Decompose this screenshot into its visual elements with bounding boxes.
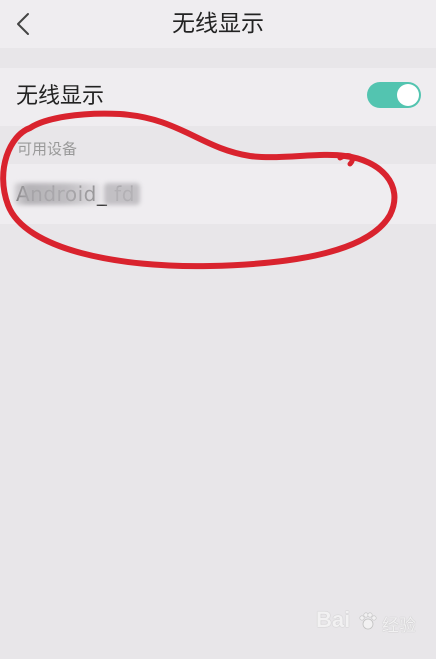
redaction-blur	[14, 183, 100, 205]
paw-icon	[359, 612, 377, 630]
wireless-display-label: 无线显示	[16, 84, 105, 109]
page-title: 无线显示	[172, 11, 264, 37]
chevron-left-icon	[17, 13, 29, 35]
header-bar: 无线显示	[0, 0, 436, 48]
redaction-blur	[104, 183, 140, 205]
back-button[interactable]	[6, 6, 42, 42]
wireless-display-toggle[interactable]	[367, 82, 421, 108]
toggle-knob	[397, 84, 419, 106]
available-devices-section-label: 可用设备	[17, 140, 78, 158]
watermark-sub: 经验	[382, 616, 416, 636]
watermark-text: Bai	[316, 607, 351, 632]
baidu-watermark: Bai 经验	[316, 603, 426, 639]
